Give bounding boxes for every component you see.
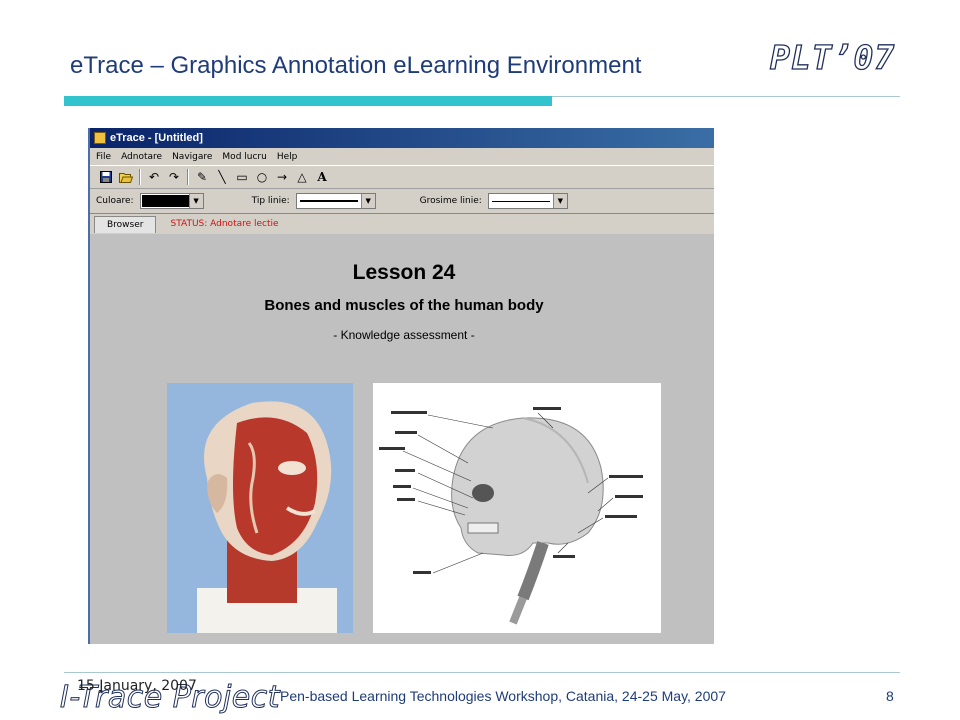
color-select[interactable]: ▼ [139, 193, 204, 209]
color-label: Culoare: [96, 196, 134, 206]
text-icon[interactable]: A [312, 168, 332, 186]
line-width-preview [491, 200, 550, 202]
menu-bar: File Adnotare Navigare Mod lucru Help [90, 148, 714, 165]
line-type-label: Tip linie: [251, 196, 290, 206]
toolbar-separator [187, 169, 189, 185]
tab-browser[interactable]: Browser [94, 215, 157, 233]
lesson-subtitle: Bones and muscles of the human body [264, 297, 544, 314]
pencil-icon[interactable]: ✎ [192, 168, 212, 186]
footer-rule [64, 672, 900, 673]
color-swatch [141, 195, 190, 207]
header-accent-bar [64, 96, 552, 106]
toolbar-separator [139, 169, 141, 185]
app-icon [94, 132, 106, 144]
undo-icon[interactable]: ↶ [144, 168, 164, 186]
lesson-title: Lesson 24 [352, 261, 456, 284]
menu-file[interactable]: File [96, 152, 111, 162]
status-text: STATUS: Adnotare lectie [170, 219, 279, 229]
window-titlebar: eTrace - [Untitled] [90, 128, 714, 148]
skull-diagram-image [373, 383, 661, 633]
plt07-logo: PLT’07 [769, 37, 896, 77]
line-type-preview [299, 200, 358, 202]
redo-icon[interactable]: ↷ [164, 168, 184, 186]
line-type-select[interactable]: ▼ [295, 193, 376, 209]
chevron-down-icon: ▼ [188, 194, 203, 208]
footer-text: Pen-based Learning Technologies Workshop… [280, 688, 726, 704]
options-bar: Culoare: ▼ Tip linie: ▼ Grosime linie: ▼ [90, 189, 714, 214]
menu-navigare[interactable]: Navigare [172, 152, 212, 162]
window-title: eTrace - [Untitled] [110, 132, 203, 144]
tab-bar: Browser STATUS: Adnotare lectie [90, 214, 714, 234]
slide-title: eTrace – Graphics Annotation eLearning E… [70, 52, 642, 79]
line-width-select[interactable]: ▼ [487, 193, 568, 209]
slide-number: 8 [886, 688, 894, 704]
lesson-canvas[interactable]: Lesson 24 Bones and muscles of the human… [94, 237, 714, 644]
menu-mod-lucru[interactable]: Mod lucru [222, 152, 266, 162]
save-icon[interactable] [96, 168, 116, 186]
rectangle-icon[interactable]: ▭ [232, 168, 252, 186]
chevron-down-icon: ▼ [552, 194, 567, 208]
toolbar: ↶ ↷ ✎ ╲ ▭ ○ → △ A [90, 165, 714, 189]
chevron-down-icon: ▼ [360, 194, 375, 208]
triangle-icon[interactable]: △ [292, 168, 312, 186]
circle-icon[interactable]: ○ [252, 168, 272, 186]
head-muscles-image [167, 383, 353, 633]
etrace-app-window: eTrace - [Untitled] File Adnotare Naviga… [88, 128, 714, 644]
menu-help[interactable]: Help [277, 152, 298, 162]
open-icon[interactable] [116, 168, 136, 186]
lesson-note: - Knowledge assessment - [333, 328, 475, 342]
line-icon[interactable]: ╲ [212, 168, 232, 186]
arrow-icon[interactable]: → [272, 168, 292, 186]
line-width-label: Grosime linie: [419, 196, 482, 206]
footer-date: 15 January, 2007 [77, 678, 197, 694]
menu-adnotare[interactable]: Adnotare [121, 152, 162, 162]
